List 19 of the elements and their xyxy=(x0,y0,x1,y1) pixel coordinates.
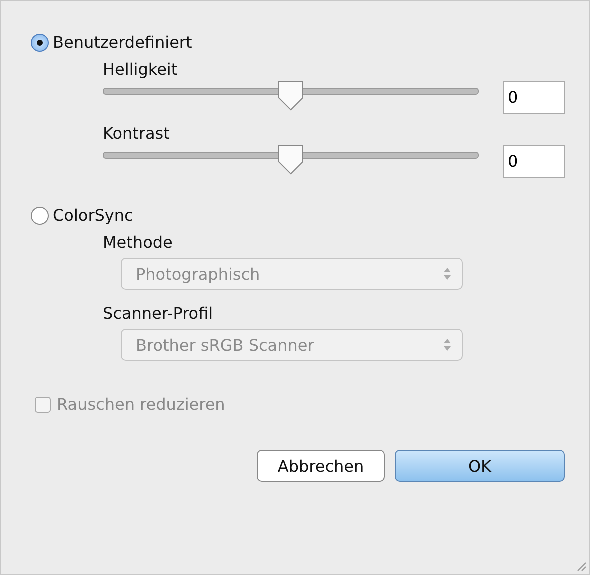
stepper-icon xyxy=(443,267,452,281)
radio-label: Benutzerdefiniert xyxy=(53,33,192,52)
value-field[interactable]: 0 xyxy=(503,81,565,114)
slider-label: Helligkeit xyxy=(103,60,179,79)
cancel-button[interactable]: Abbrechen xyxy=(257,450,385,482)
checkbox-label: Rauschen reduzieren xyxy=(57,395,226,414)
value-field[interactable]: 0 xyxy=(503,145,565,178)
checkbox[interactable] xyxy=(35,396,51,412)
slider-label: Kontrast xyxy=(103,124,171,143)
slider-thumb[interactable] xyxy=(277,145,305,175)
popup-label: Scanner-Profil xyxy=(103,304,214,323)
radio-button[interactable] xyxy=(31,34,49,52)
stepper-icon xyxy=(443,338,452,352)
ok-button[interactable]: OK xyxy=(395,450,565,482)
slider-thumb[interactable] xyxy=(277,81,305,111)
radio-button[interactable] xyxy=(31,206,49,224)
radio-label: ColorSync xyxy=(53,206,134,225)
resize-grip-icon[interactable] xyxy=(575,560,587,572)
popup-label: Methode xyxy=(103,233,174,252)
